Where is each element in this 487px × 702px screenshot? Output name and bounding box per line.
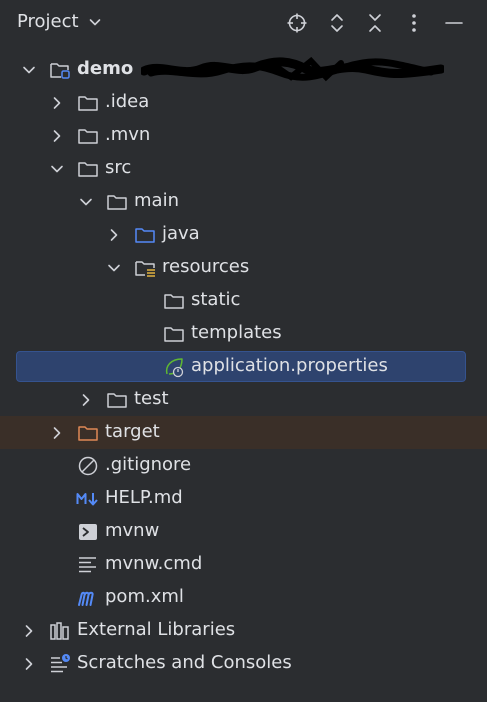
tree-node-scratches-and-consoles[interactable]: Scratches and Consoles (0, 647, 487, 680)
folder-icon (163, 323, 185, 345)
tree-node-label: target (105, 421, 160, 442)
tree-node-label: mvnw (105, 520, 160, 541)
chevron-right-icon[interactable] (49, 425, 65, 441)
tree-node-mvn[interactable]: .mvn (0, 119, 487, 152)
tree-node-application-properties[interactable]: application.properties (0, 350, 487, 383)
chevron-right-icon[interactable] (78, 392, 94, 408)
source-folder-icon (134, 224, 156, 246)
more-options-icon[interactable] (402, 11, 426, 35)
project-tool-window: Project demo .idea .mvn src main java re… (0, 0, 487, 702)
folder-icon (163, 290, 185, 312)
chevron-down-icon[interactable] (78, 194, 94, 210)
tree-node-mvnw[interactable]: mvnw (0, 515, 487, 548)
tree-node-static[interactable]: static (0, 284, 487, 317)
tree-node-label: demo (77, 58, 134, 79)
chevron-down-icon[interactable] (106, 260, 122, 276)
markdown-icon (76, 488, 98, 510)
tree-node-label: src (105, 157, 132, 178)
chevron-right-icon[interactable] (106, 227, 122, 243)
chevron-right-icon[interactable] (49, 95, 65, 111)
tree-node-label: External Libraries (77, 619, 236, 640)
project-title: Project (17, 11, 79, 32)
excluded-folder-icon (77, 422, 99, 444)
tree-node-mvnw-cmd[interactable]: mvnw.cmd (0, 548, 487, 581)
tree-node-label: .mvn (105, 124, 151, 145)
tree-node-label: templates (191, 322, 282, 343)
folder-icon (106, 389, 128, 411)
project-view-selector[interactable]: Project (17, 11, 102, 32)
folder-icon (77, 92, 99, 114)
tool-window-header: Project (0, 0, 487, 46)
tree-node-label: mvnw.cmd (105, 553, 203, 574)
module-folder-icon (49, 59, 71, 81)
folder-icon (77, 158, 99, 180)
tree-node-test[interactable]: test (0, 383, 487, 416)
expand-collapse-icon[interactable] (325, 11, 349, 35)
tree-node-label: Scratches and Consoles (77, 652, 292, 673)
chevron-down-icon[interactable] (21, 62, 37, 78)
project-tree: demo .idea .mvn src main java resources … (0, 53, 487, 680)
tree-node-label: .idea (105, 91, 150, 112)
shell-script-icon (77, 521, 99, 543)
tree-node-external-libraries[interactable]: External Libraries (0, 614, 487, 647)
tree-node-resources[interactable]: resources (0, 251, 487, 284)
tree-node-src[interactable]: src (0, 152, 487, 185)
tree-node-main[interactable]: main (0, 185, 487, 218)
tree-node-label: test (134, 388, 169, 409)
spring-properties-icon (163, 356, 185, 378)
tree-node-label: java (162, 223, 200, 244)
tree-node-label: HELP.md (105, 487, 183, 508)
tree-node-label: .gitignore (105, 454, 192, 475)
locate-icon[interactable] (285, 11, 309, 35)
tree-node-templates[interactable]: templates (0, 317, 487, 350)
redacted-path-scribble (141, 57, 444, 83)
tree-node-pom-xml[interactable]: pom.xml (0, 581, 487, 614)
maven-icon (76, 587, 98, 609)
resources-folder-icon (134, 257, 156, 279)
ignore-file-icon (77, 455, 99, 477)
folder-icon (77, 125, 99, 147)
tree-node-label: application.properties (191, 355, 388, 376)
tree-node-idea[interactable]: .idea (0, 86, 487, 119)
tree-node-help-md[interactable]: HELP.md (0, 482, 487, 515)
tree-node-label: resources (162, 256, 250, 277)
text-file-icon (77, 554, 99, 576)
collapse-all-icon[interactable] (363, 11, 387, 35)
chevron-down-icon[interactable] (49, 161, 65, 177)
tree-node-target[interactable]: target (0, 416, 487, 449)
chevron-right-icon[interactable] (21, 656, 37, 672)
tree-node-label: pom.xml (105, 586, 184, 607)
chevron-right-icon[interactable] (21, 623, 37, 639)
minimize-icon[interactable] (442, 11, 466, 35)
tree-node-label: main (134, 190, 179, 211)
tree-node-java[interactable]: java (0, 218, 487, 251)
scratches-icon (49, 653, 71, 675)
tree-node-gitignore[interactable]: .gitignore (0, 449, 487, 482)
tree-node-demo[interactable]: demo (0, 53, 487, 86)
tree-node-label: static (191, 289, 241, 310)
chevron-down-icon (88, 15, 102, 29)
chevron-right-icon[interactable] (49, 128, 65, 144)
folder-icon (106, 191, 128, 213)
library-icon (49, 620, 71, 642)
